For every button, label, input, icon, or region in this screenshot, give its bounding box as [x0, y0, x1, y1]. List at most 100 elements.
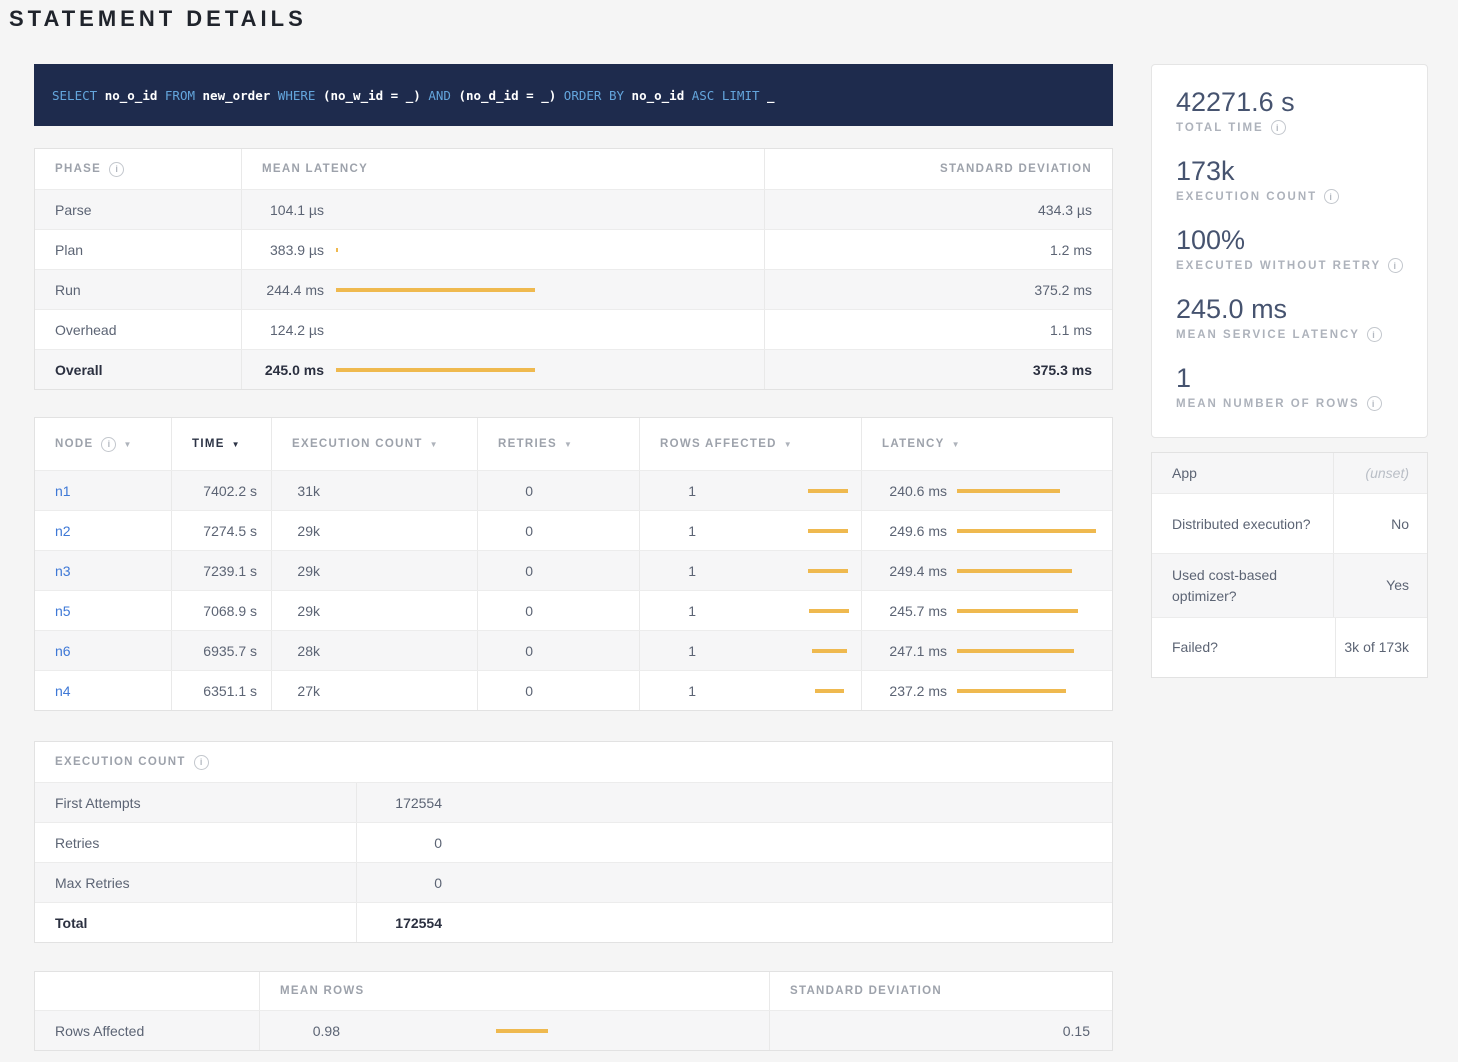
info-icon[interactable]: i	[1324, 189, 1339, 204]
phase-table-header: PHASE i MEAN LATENCY STANDARD DEVIATION	[35, 149, 1112, 189]
rows-affected-table: MEAN ROWS STANDARD DEVIATION Rows Affect…	[34, 971, 1113, 1051]
info-icon[interactable]: i	[1271, 120, 1286, 135]
time-value: 7068.9 s	[203, 603, 257, 619]
table-row: Distributed execution? No	[1152, 493, 1427, 553]
table-row: n1 7402.2 s 31k 0 1 240.6 ms	[35, 470, 1112, 510]
mean-rows-value: 0.98	[280, 1023, 340, 1039]
page-title: STATEMENT DETAILS	[9, 6, 307, 32]
table-row: n4 6351.1 s 27k 0 1 237.2 ms	[35, 670, 1112, 710]
stddev-value: 1.1 ms	[1050, 322, 1092, 338]
exec-count-value: 27k	[292, 683, 320, 699]
attribute-label: App	[1152, 453, 1333, 493]
execution-count-column-header[interactable]: EXECUTION COUNT ▼	[271, 418, 477, 470]
info-icon[interactable]: i	[194, 755, 209, 770]
latency-bar	[336, 283, 756, 297]
table-row: Retries 0	[35, 822, 1112, 862]
node-link[interactable]: n5	[55, 603, 71, 619]
stddev-bar	[808, 489, 848, 493]
execution-count-table-header: EXECUTION COUNT i	[35, 742, 1112, 782]
latency-bar	[336, 363, 756, 377]
row-label: Retries	[55, 835, 99, 851]
retries-column-header[interactable]: RETRIES ▼	[477, 418, 639, 470]
node-link[interactable]: n3	[55, 563, 71, 579]
stat-mean-number-of-rows: 1 MEAN NUMBER OF ROWSi	[1176, 363, 1407, 411]
info-icon[interactable]: i	[1388, 258, 1403, 273]
time-value: 7402.2 s	[203, 483, 257, 499]
info-icon[interactable]: i	[109, 162, 124, 177]
node-link[interactable]: n2	[55, 523, 71, 539]
exec-count-value: 28k	[292, 643, 320, 659]
mean-latency-value: 383.9 µs	[262, 242, 324, 258]
sql-identifier: _	[767, 88, 775, 103]
node-column-header[interactable]: NODE i ▼	[35, 418, 171, 470]
count-value: 0	[357, 835, 442, 851]
table-row: Run 244.4 ms 375.2 ms	[35, 269, 1112, 309]
rows-affected-value: 1	[660, 603, 696, 619]
sql-statement: SELECT no_o_id FROM new_order WHERE (no_…	[34, 64, 1113, 126]
sort-desc-icon[interactable]: ▼	[430, 440, 438, 449]
stddev-bar	[336, 368, 535, 372]
rows-affected-value: 1	[660, 643, 696, 659]
phase-name: Plan	[55, 242, 83, 258]
rows-affected-table-header: MEAN ROWS STANDARD DEVIATION	[35, 972, 1112, 1010]
sql-keyword: ORDER BY	[556, 88, 631, 103]
info-icon[interactable]: i	[1367, 327, 1382, 342]
exec-count-value: 29k	[292, 563, 320, 579]
stddev-bar	[957, 689, 1066, 693]
table-row: Used cost-based optimizer? Yes	[1152, 553, 1427, 617]
sort-desc-icon[interactable]: ▼	[564, 440, 572, 449]
info-icon[interactable]: i	[1367, 396, 1382, 411]
mean-rows-column-header: MEAN ROWS	[259, 972, 769, 1010]
stddev-value: 375.2 ms	[1034, 282, 1092, 298]
retries-value: 0	[498, 563, 533, 579]
exec-count-value: 29k	[292, 523, 320, 539]
rows-affected-column-header[interactable]: ROWS AFFECTED ▼	[639, 418, 861, 470]
latency-bar	[336, 323, 756, 337]
latency-value: 249.4 ms	[882, 563, 947, 579]
stat-execution-count: 173k EXECUTION COUNTi	[1176, 156, 1407, 204]
latency-value: 245.7 ms	[882, 603, 947, 619]
stddev-value: 0.15	[1063, 1023, 1090, 1039]
rows-affected-value: 1	[660, 563, 696, 579]
node-link[interactable]: n4	[55, 683, 71, 699]
rows-affected-value: 1	[660, 483, 696, 499]
latency-column-header[interactable]: LATENCY ▼	[861, 418, 1112, 470]
sort-desc-icon[interactable]: ▼	[232, 440, 240, 449]
mean-latency-column-header: MEAN LATENCY	[241, 149, 764, 189]
node-table-header: NODE i ▼ TIME ▼ EXECUTION COUNT ▼ RETRIE…	[35, 418, 1112, 470]
node-link[interactable]: n1	[55, 483, 71, 499]
exec-count-value: 31k	[292, 483, 320, 499]
table-row: n5 7068.9 s 29k 0 1 245.7 ms	[35, 590, 1112, 630]
sort-desc-icon[interactable]: ▼	[123, 440, 131, 449]
latency-bar	[336, 243, 756, 257]
retries-value: 0	[498, 483, 533, 499]
table-row: n6 6935.7 s 28k 0 1 247.1 ms	[35, 630, 1112, 670]
phase-name: Parse	[55, 202, 92, 218]
time-value: 7274.5 s	[203, 523, 257, 539]
mean-latency-value: 124.2 µs	[262, 322, 324, 338]
time-column-header[interactable]: TIME ▼	[171, 418, 271, 470]
latency-bar	[336, 203, 756, 217]
table-row: Max Retries 0	[35, 862, 1112, 902]
info-icon[interactable]: i	[101, 437, 116, 452]
stddev-value: 375.3 ms	[1033, 362, 1092, 378]
exec-count-value: 29k	[292, 603, 320, 619]
attribute-value: No	[1333, 494, 1427, 553]
stat-total-time: 42271.6 s TOTAL TIMEi	[1176, 87, 1407, 135]
count-value: 172554	[357, 915, 442, 931]
stddev-bar	[809, 609, 849, 613]
node-link[interactable]: n6	[55, 643, 71, 659]
mean-latency-value: 245.0 ms	[262, 362, 324, 378]
sql-identifier: new_order	[203, 88, 271, 103]
table-row: Plan 383.9 µs 1.2 ms	[35, 229, 1112, 269]
sql-keyword: ASC LIMIT	[684, 88, 767, 103]
row-label: Max Retries	[55, 875, 130, 891]
phase-name: Run	[55, 282, 81, 298]
sql-keyword: SELECT	[52, 88, 105, 103]
attribute-label: Failed?	[1152, 618, 1333, 677]
sql-keyword: FROM	[157, 88, 202, 103]
summary-card: 42271.6 s TOTAL TIMEi 173k EXECUTION COU…	[1151, 64, 1428, 438]
sort-desc-icon[interactable]: ▼	[784, 440, 792, 449]
table-row: n3 7239.1 s 29k 0 1 249.4 ms	[35, 550, 1112, 590]
sort-desc-icon[interactable]: ▼	[952, 440, 960, 449]
